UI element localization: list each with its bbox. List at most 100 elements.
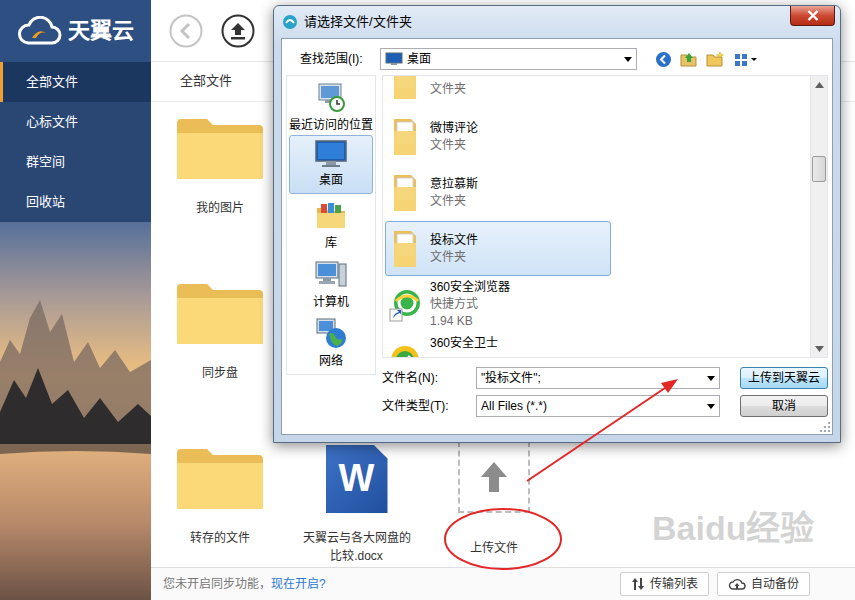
item-type[interactable]: 文件夹: [430, 81, 466, 98]
word-document-icon[interactable]: W: [326, 445, 388, 513]
transfer-icon[interactable]: [631, 577, 645, 591]
file-item[interactable]: 文件夹: [385, 76, 611, 108]
scroll-track[interactable]: [811, 93, 827, 340]
file-item[interactable]: 意拉慕斯文件夹: [385, 165, 611, 220]
filename-field[interactable]: "投标文件";: [476, 367, 720, 389]
item-icon-box[interactable]: [386, 343, 424, 358]
back-icon[interactable]: [169, 14, 203, 48]
network-icon[interactable]: [315, 317, 347, 349]
place-label[interactable]: 库: [325, 236, 337, 250]
button-label[interactable]: 取消: [772, 398, 796, 415]
scroll-up-button[interactable]: [811, 76, 827, 93]
upload-tile[interactable]: 上传文件: [425, 432, 562, 567]
scroll-down-button[interactable]: [811, 340, 827, 357]
item-icon-box[interactable]: [386, 117, 424, 157]
folder-icon[interactable]: [391, 117, 419, 157]
file-item[interactable]: 投标文件文件夹: [385, 221, 611, 276]
desktop-icon[interactable]: [315, 140, 347, 168]
sidebar-item-label[interactable]: 群空间: [26, 153, 65, 171]
up-folder-icon[interactable]: [680, 51, 698, 68]
sidebar-item[interactable]: 心标文件: [0, 102, 151, 142]
item-icon-box[interactable]: [386, 287, 424, 323]
item-name[interactable]: 投标文件: [430, 232, 478, 249]
browser-shortcut-icon[interactable]: [388, 287, 422, 323]
sidebar-item[interactable]: 群空间: [0, 142, 151, 182]
item-type[interactable]: 文件夹: [430, 193, 478, 210]
upload-box[interactable]: [458, 441, 530, 513]
dropdown-arrow-icon[interactable]: [707, 404, 715, 409]
item-size[interactable]: 1.94 KB: [430, 313, 510, 330]
filename-value[interactable]: "投标文件";: [481, 370, 703, 387]
place-label[interactable]: 计算机: [313, 295, 349, 309]
folder-icon[interactable]: [175, 280, 265, 346]
back-icon[interactable]: [655, 51, 672, 68]
place-item[interactable]: 最近访问的位置: [289, 76, 373, 135]
sidebar-item-label[interactable]: 全部文件: [26, 73, 78, 91]
dropdown-arrow-icon[interactable]: [624, 57, 632, 62]
filetype-select[interactable]: All Files (*.*): [476, 395, 720, 417]
file-tile[interactable]: 转存的文件: [151, 432, 288, 567]
down-triangle-icon[interactable]: [815, 346, 824, 352]
item-name[interactable]: 意拉慕斯: [430, 176, 478, 193]
view-menu-icon[interactable]: [733, 51, 759, 68]
sidebar-item[interactable]: 回收站: [0, 182, 151, 222]
place-item[interactable]: 库: [289, 194, 373, 253]
close-icon[interactable]: [807, 10, 819, 21]
up-arrow-icon[interactable]: [479, 460, 509, 494]
sidebar-item[interactable]: 全部文件: [0, 62, 151, 102]
button-label[interactable]: 传输列表: [650, 576, 698, 593]
folder-icon[interactable]: [175, 445, 265, 511]
libraries-icon[interactable]: [315, 199, 347, 231]
button-label[interactable]: 自动备份: [751, 576, 799, 593]
place-label[interactable]: 桌面: [319, 173, 343, 187]
up-triangle-icon[interactable]: [815, 82, 824, 88]
close-button[interactable]: [790, 6, 835, 26]
item-type[interactable]: 文件夹: [430, 137, 478, 154]
file-tile[interactable]: 同步盘: [151, 267, 288, 432]
item-icon-box[interactable]: [386, 229, 424, 269]
breadcrumb-item[interactable]: 全部文件: [180, 72, 232, 90]
dropdown-arrow-icon[interactable]: [707, 376, 715, 381]
place-item[interactable]: 网络: [289, 312, 373, 371]
enable-sync-link[interactable]: 现在开启?: [271, 576, 326, 593]
place-label[interactable]: 网络: [319, 354, 343, 368]
upload-icon[interactable]: [221, 14, 255, 48]
sidebar-item-label[interactable]: 心标文件: [26, 113, 78, 131]
upload-button[interactable]: 上传到天翼云: [740, 367, 828, 389]
computer-icon[interactable]: [315, 258, 347, 290]
place-item[interactable]: 桌面: [289, 135, 373, 194]
sidebar-item-label[interactable]: 回收站: [26, 193, 65, 211]
transfer-list-button[interactable]: 传输列表: [620, 572, 709, 596]
button-label[interactable]: 上传到天翼云: [748, 370, 820, 387]
look-in-combobox[interactable]: 桌面: [380, 48, 637, 70]
new-folder-icon[interactable]: [706, 51, 725, 68]
auto-backup-button[interactable]: 自动备份: [717, 572, 810, 596]
place-item[interactable]: 计算机: [289, 253, 373, 312]
place-label[interactable]: 最近访问的位置: [289, 118, 373, 132]
file-tile[interactable]: 我的图片: [151, 102, 288, 267]
cloud-backup-icon[interactable]: [728, 577, 746, 591]
folder-icon[interactable]: [391, 76, 419, 101]
cancel-button[interactable]: 取消: [740, 395, 828, 417]
filetype-value[interactable]: All Files (*.*): [481, 398, 703, 415]
file-item[interactable]: 微博评论文件夹: [385, 109, 611, 164]
file-name[interactable]: 上传文件: [470, 539, 518, 557]
item-icon-box[interactable]: [386, 173, 424, 213]
item-name[interactable]: 微博评论: [430, 120, 478, 137]
folder-icon[interactable]: [391, 229, 419, 269]
item-type[interactable]: 文件夹: [430, 249, 478, 266]
file-name[interactable]: 转存的文件: [190, 529, 250, 547]
recent-places-icon[interactable]: [315, 81, 347, 113]
file-name[interactable]: 同步盘: [202, 364, 238, 382]
item-name[interactable]: 360安全浏览器: [430, 279, 510, 296]
item-icon-box[interactable]: [386, 76, 424, 101]
security-app-icon[interactable]: [388, 343, 422, 358]
folder-icon[interactable]: [391, 173, 419, 213]
folder-icon[interactable]: [175, 115, 265, 181]
item-name[interactable]: 360安全卫士: [430, 335, 498, 352]
file-name[interactable]: 我的图片: [196, 199, 244, 217]
item-type[interactable]: 快捷方式: [430, 296, 510, 313]
file-name[interactable]: 天翼云与各大网盘的比较.docx: [303, 529, 411, 565]
file-tile[interactable]: W 天翼云与各大网盘的比较.docx: [288, 432, 425, 567]
file-item[interactable]: 360安全卫士: [385, 333, 611, 357]
